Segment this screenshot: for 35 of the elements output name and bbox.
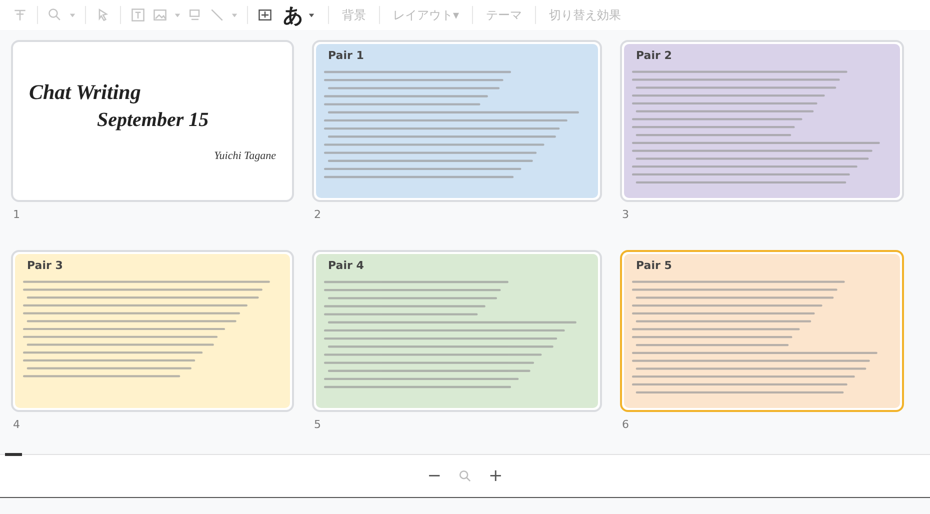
slide-thumbnail[interactable]: Chat Writing September 15 Yuichi Tagane bbox=[11, 40, 294, 202]
slide-thumbnail[interactable]: Pair 3 bbox=[11, 250, 294, 412]
slide-thumbnail[interactable]: Pair 5 bbox=[620, 250, 904, 412]
caret-icon[interactable] bbox=[174, 12, 181, 18]
slide-number: 3 bbox=[621, 208, 630, 222]
caret-icon[interactable] bbox=[69, 12, 76, 18]
slide-title: Pair 3 bbox=[27, 259, 64, 272]
caret-icon bbox=[308, 12, 315, 18]
comment-icon[interactable] bbox=[257, 7, 273, 23]
slide-title: Pair 2 bbox=[636, 49, 673, 62]
slide-number: 2 bbox=[313, 208, 322, 222]
image-icon[interactable] bbox=[152, 7, 168, 23]
slide-thumbnail[interactable]: Pair 2 bbox=[620, 40, 904, 202]
caret-icon[interactable] bbox=[231, 12, 238, 18]
text-format-icon[interactable] bbox=[12, 7, 28, 23]
scroll-handle[interactable] bbox=[5, 453, 22, 456]
slide-number: 5 bbox=[313, 418, 322, 432]
slide-title: Pair 1 bbox=[328, 49, 365, 62]
text-box-icon[interactable] bbox=[130, 7, 146, 23]
slide-thumbnail[interactable]: Pair 4 bbox=[312, 250, 602, 412]
zoom-icon[interactable] bbox=[458, 468, 472, 484]
author-name: Yuichi Tagane bbox=[214, 150, 276, 162]
slide-title: Chat Writing bbox=[29, 80, 142, 105]
zoom-icon[interactable] bbox=[47, 7, 63, 23]
slide-number: 1 bbox=[12, 208, 21, 222]
slide-number: 6 bbox=[621, 418, 630, 432]
slide-title: Pair 5 bbox=[636, 259, 673, 272]
slide-thumbnail[interactable]: Pair 1 bbox=[312, 40, 602, 202]
zoom-in-button[interactable]: + bbox=[484, 466, 507, 486]
slide-number: 4 bbox=[12, 418, 21, 432]
line-icon[interactable] bbox=[209, 7, 225, 23]
slide-title: Pair 4 bbox=[328, 259, 365, 272]
zoom-out-button[interactable]: − bbox=[423, 466, 446, 486]
slide-subtitle: September 15 bbox=[97, 109, 210, 132]
input-method-button[interactable]: あ bbox=[279, 2, 319, 28]
